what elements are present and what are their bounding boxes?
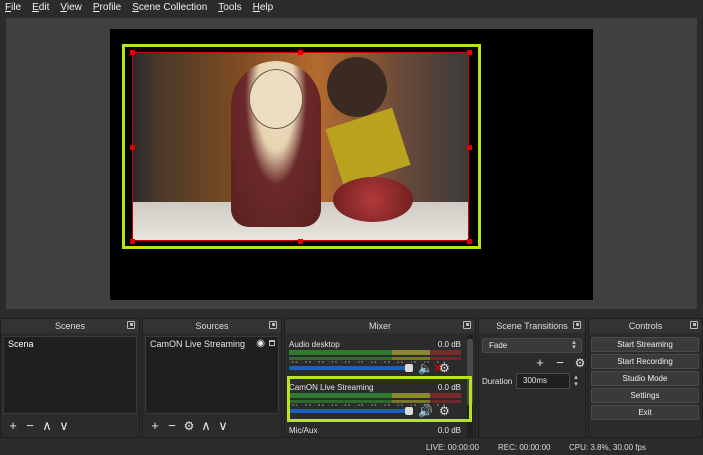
undock-icon[interactable] <box>690 321 698 329</box>
duration-label: Duration <box>482 377 513 386</box>
menu-edit[interactable]: Edit <box>27 0 55 15</box>
menu-profile[interactable]: Profile <box>88 0 127 15</box>
sources-toolbar: + − ⚙ ∧ ∨ <box>143 418 230 434</box>
source-item[interactable]: CamON Live Streaming ◉ <box>146 337 278 351</box>
volume-slider-knob[interactable] <box>405 407 413 415</box>
exit-button[interactable]: Exit <box>591 405 699 420</box>
move-down-icon[interactable]: ∨ <box>57 419 71 433</box>
live-status: LIVE: 00:00:00 <box>426 443 479 452</box>
creature-ball <box>333 177 413 222</box>
resize-handle-tr[interactable] <box>467 50 472 55</box>
gear-icon[interactable]: ⚙ <box>439 362 450 374</box>
meter-scale: -60 -55 -50 -45 -40 -35 -30 -25 -20 -15 … <box>289 403 448 407</box>
add-icon[interactable]: + <box>6 419 20 433</box>
speaker-icon[interactable]: 🔊 <box>418 405 433 417</box>
add-icon[interactable]: + <box>533 356 547 370</box>
remove-icon[interactable]: − <box>23 419 37 433</box>
menu-scene-collection[interactable]: Scene Collection <box>127 0 213 15</box>
start-recording-button[interactable]: Start Recording <box>591 354 699 369</box>
remove-icon[interactable]: − <box>553 356 567 370</box>
scenes-list[interactable]: Scena <box>3 336 137 414</box>
scenes-toolbar: + − ∧ ∨ <box>1 418 71 434</box>
resize-handle-tl[interactable] <box>130 50 135 55</box>
start-streaming-button[interactable]: Start Streaming <box>591 337 699 352</box>
preview-area[interactable] <box>6 18 697 309</box>
undock-icon[interactable] <box>573 321 581 329</box>
sources-dock: Sources CamON Live Streaming ◉ + − ⚙ ∧ ∨ <box>142 318 282 438</box>
lock-icon[interactable] <box>269 340 275 346</box>
transition-toolbar: + − ⚙ <box>533 356 587 371</box>
scene-item[interactable]: Scena <box>4 337 136 351</box>
undock-icon[interactable] <box>127 321 135 329</box>
volume-meter <box>289 393 461 398</box>
status-bar: LIVE: 00:00:00 REC: 00:00:00 CPU: 3.8%, … <box>0 441 703 455</box>
gear-icon[interactable]: ⚙ <box>182 419 196 433</box>
eye-icon[interactable]: ◉ <box>256 337 265 351</box>
volume-meter <box>289 350 461 355</box>
duration-input[interactable]: 300ms <box>516 373 570 389</box>
mixer-dock: Mixer Audio desktop 0.0 dB -60 -55 -50 -… <box>284 318 476 438</box>
mixer-channel: CamON Live Streaming 0.0 dB -60 -55 -50 … <box>289 383 461 418</box>
controls-dock: Controls Start Streaming Start Recording… <box>588 318 703 438</box>
menu-tools[interactable]: Tools <box>213 0 247 15</box>
menu-file[interactable]: File <box>0 0 27 15</box>
remove-icon[interactable]: − <box>165 419 179 433</box>
transition-select[interactable]: Fade ▴ ▾ <box>482 338 582 353</box>
cpu-status: CPU: 3.8%, 30.00 fps <box>569 443 646 452</box>
move-up-icon[interactable]: ∧ <box>199 419 213 433</box>
doll-face <box>249 69 303 129</box>
mixer-channel: Audio desktop 0.0 dB -60 -55 -50 -45 -40… <box>289 340 461 375</box>
add-icon[interactable]: + <box>148 419 162 433</box>
studio-mode-button[interactable]: Studio Mode <box>591 371 699 386</box>
resize-handle-bl[interactable] <box>130 239 135 244</box>
scrollbar-thumb[interactable] <box>467 339 473 405</box>
menu-view[interactable]: View <box>55 0 88 15</box>
volume-slider-knob[interactable] <box>405 364 413 372</box>
menu-bar: File Edit View Profile Scene Collection … <box>0 0 703 15</box>
updown-arrow-icon: ▴ ▾ <box>572 339 576 351</box>
menu-help[interactable]: Help <box>248 0 280 15</box>
resize-handle-tc[interactable] <box>298 50 303 55</box>
mixer-scrollbar[interactable] <box>467 335 473 437</box>
resize-handle-ml[interactable] <box>130 145 135 150</box>
resize-handle-mr[interactable] <box>467 145 472 150</box>
mixer-dock-title: Mixer <box>285 319 475 333</box>
sources-list[interactable]: CamON Live Streaming ◉ <box>145 336 279 414</box>
resize-handle-bc[interactable] <box>298 239 303 244</box>
move-down-icon[interactable]: ∨ <box>216 419 230 433</box>
camera-source-image[interactable] <box>132 52 469 241</box>
volume-slider[interactable] <box>289 407 413 415</box>
creature-figure <box>323 57 433 227</box>
duration-spinner[interactable]: ▴ ▾ <box>571 374 581 388</box>
sources-dock-title: Sources <box>143 319 281 333</box>
undock-icon[interactable] <box>269 321 277 329</box>
transitions-dock: Scene Transitions Fade ▴ ▾ + − ⚙ Duration… <box>478 318 586 438</box>
gear-icon[interactable]: ⚙ <box>439 405 450 417</box>
mixer-channels: Audio desktop 0.0 dB -60 -55 -50 -45 -40… <box>287 335 465 437</box>
controls-dock-title: Controls <box>589 319 702 333</box>
creature-head <box>327 57 387 117</box>
move-up-icon[interactable]: ∧ <box>40 419 54 433</box>
program-canvas[interactable] <box>110 29 593 300</box>
creature-sign <box>325 107 411 187</box>
undock-icon[interactable] <box>463 321 471 329</box>
scenes-dock: Scenes Scena + − ∧ ∨ <box>0 318 140 438</box>
rec-status: REC: 00:00:00 <box>498 443 551 452</box>
resize-handle-br[interactable] <box>467 239 472 244</box>
mixer-channel: Mic/Aux 0.0 dB <box>289 426 461 435</box>
volume-slider[interactable] <box>289 364 413 372</box>
gear-icon[interactable]: ⚙ <box>573 356 587 370</box>
scenes-dock-title: Scenes <box>1 319 139 333</box>
transitions-dock-title: Scene Transitions <box>479 319 585 333</box>
settings-button[interactable]: Settings <box>591 388 699 403</box>
doll-figure <box>231 61 321 227</box>
